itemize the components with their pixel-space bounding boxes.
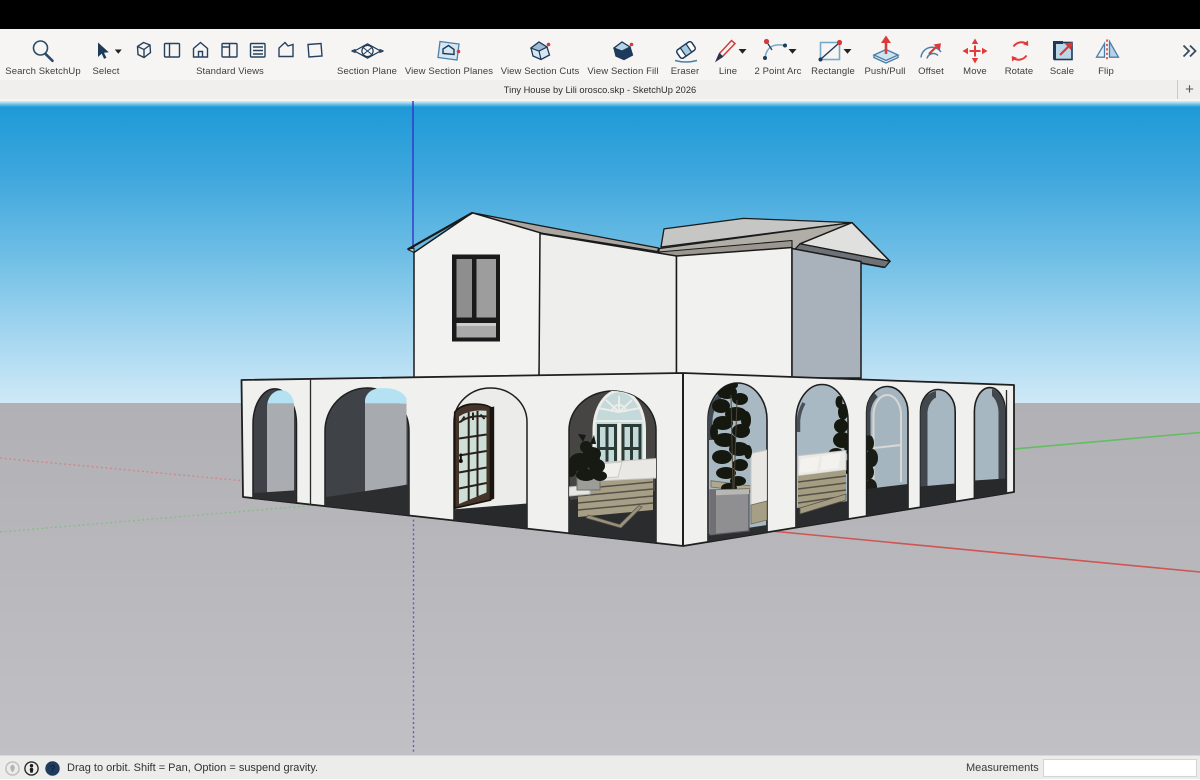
svg-text:?: ? xyxy=(49,764,55,775)
